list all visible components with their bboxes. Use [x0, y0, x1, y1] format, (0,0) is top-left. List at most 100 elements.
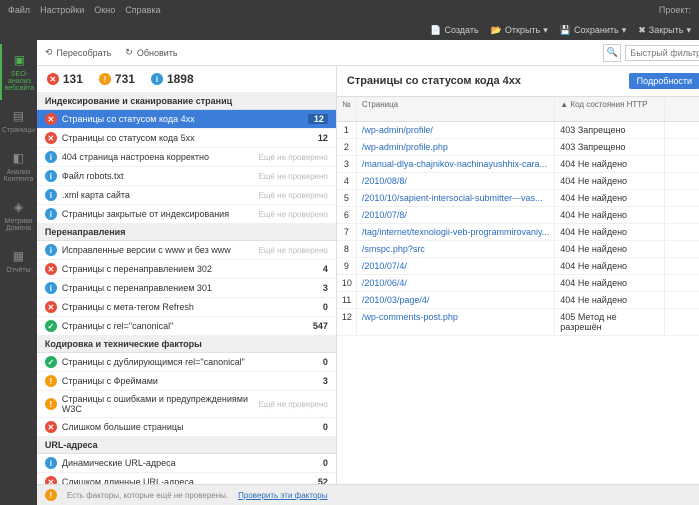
not-checked-hint: Ещё не проверено: [259, 210, 328, 219]
cell-url: /manual-dlya-chajnikov-nachinayushhix-ca…: [357, 156, 555, 172]
factor-count: 4: [308, 264, 328, 274]
table-row[interactable]: 9 /2010/07/4/ 404 Не найдено 0: [337, 258, 699, 275]
col-status[interactable]: ▲ Код состояния HTTP: [555, 97, 665, 121]
table-row[interactable]: 11 /2010/03/page/4/ 404 Не найдено 0: [337, 292, 699, 309]
factor-row[interactable]: iДинамические URL-адреса0: [37, 454, 336, 473]
factor-row[interactable]: ✓Страницы с rel="canonical"547: [37, 317, 336, 336]
factor-row[interactable]: ✕Страницы с мета-тегом Refresh0: [37, 298, 336, 317]
cell-n: 5: [337, 190, 357, 206]
table-header: № Страница ▲ Код состояния HTTP Внутренн…: [337, 97, 699, 122]
open-button[interactable]: 📂 Открыть ▾: [491, 25, 548, 36]
menu-help[interactable]: Справка: [125, 5, 160, 15]
factor-row[interactable]: ✕Страницы со статусом кода 5xx12: [37, 129, 336, 148]
sidebar-content[interactable]: ◧Анализ Контента: [0, 142, 37, 191]
rescan-icon: ⟲: [45, 47, 53, 58]
error-icon: ✕: [47, 73, 59, 85]
table-row[interactable]: 6 /2010/07/8/ 404 Не найдено 0: [337, 207, 699, 224]
cell-inlinks: 0: [665, 173, 699, 189]
page-link[interactable]: /smspc.php?src: [362, 244, 425, 254]
menu-file[interactable]: Файл: [8, 5, 30, 15]
menu-window[interactable]: Окно: [94, 5, 115, 15]
factor-row[interactable]: iСтраницы закрытые от индексированияЕщё …: [37, 205, 336, 224]
page-link[interactable]: /tag/internet/texnologii-veb-programmiro…: [362, 227, 549, 237]
cell-url: /wp-admin/profile.php: [357, 139, 555, 155]
factor-label: Страницы с перенаправлением 302: [62, 264, 303, 274]
status-icon: i: [45, 282, 57, 294]
cell-inlinks: 0: [665, 207, 699, 223]
sidebar-pages[interactable]: ▤Страницы: [0, 100, 37, 142]
table-row[interactable]: 1 /wp-admin/profile/ 403 Запрещено 0: [337, 122, 699, 139]
table-row[interactable]: 5 /2010/10/sapient-intersocial-submitter…: [337, 190, 699, 207]
rescan-button[interactable]: ⟲Пересобрать: [45, 47, 111, 58]
group-header: Индексирование и сканирование страниц: [37, 93, 336, 110]
page-link[interactable]: /2010/07/8/: [362, 210, 407, 220]
status-icon: i: [45, 170, 57, 182]
sidebar: ▣SEO-анализ вебсайта ▤Страницы ◧Анализ К…: [0, 40, 37, 505]
page-link[interactable]: /2010/06/4/: [362, 278, 407, 288]
sidebar-seo[interactable]: ▣SEO-анализ вебсайта: [0, 44, 37, 100]
factor-count: 0: [308, 357, 328, 367]
factor-row[interactable]: iФайл robots.txtЕщё не проверено: [37, 167, 336, 186]
cell-inlinks: 0: [665, 224, 699, 240]
factor-row[interactable]: ✕Слишком большие страницы0: [37, 418, 336, 437]
sidebar-domain[interactable]: ◈Метрики Домена: [0, 191, 37, 240]
table-row[interactable]: 12 /wp-comments-post.php 405 Метод не ра…: [337, 309, 699, 336]
search-input[interactable]: [625, 45, 699, 61]
col-n[interactable]: №: [337, 97, 357, 121]
not-checked-hint: Ещё не проверено: [259, 172, 328, 181]
page-link[interactable]: /2010/08/8/: [362, 176, 407, 186]
page-link[interactable]: /manual-dlya-chajnikov-nachinayushhix-ca…: [362, 159, 547, 169]
factor-label: Слишком большие страницы: [62, 422, 303, 432]
factor-label: Слишком длинные URL-адреса: [62, 477, 303, 484]
factor-row[interactable]: i404 страница настроена корректноЕщё не …: [37, 148, 336, 167]
cell-inlinks: 0: [665, 156, 699, 172]
page-link[interactable]: /2010/03/page/4/: [362, 295, 430, 305]
page-link[interactable]: /wp-comments-post.php: [362, 312, 458, 322]
col-page[interactable]: Страница: [357, 97, 555, 121]
table-row[interactable]: 3 /manual-dlya-chajnikov-nachinayushhix-…: [337, 156, 699, 173]
status-icon: ✕: [45, 421, 57, 433]
search-icon[interactable]: 🔍: [603, 44, 621, 62]
group-header: URL-адреса: [37, 437, 336, 454]
factor-row[interactable]: ✕Слишком длинные URL-адреса52: [37, 473, 336, 484]
cell-status: 404 Не найдено: [555, 173, 665, 189]
close-button[interactable]: ✖ Закрыть ▾: [638, 25, 691, 36]
menu-settings[interactable]: Настройки: [40, 5, 84, 15]
create-button[interactable]: 📄 Создать: [430, 25, 478, 36]
save-button[interactable]: 💾 Сохранить ▾: [560, 25, 626, 36]
warning-count: 731: [115, 72, 135, 86]
factor-row[interactable]: ✕Страницы с перенаправлением 3024: [37, 260, 336, 279]
page-link[interactable]: /2010/10/sapient-intersocial-submitter--…: [362, 193, 543, 203]
factor-count: 3: [308, 376, 328, 386]
details-button[interactable]: Подробности: [629, 73, 699, 89]
factor-row[interactable]: ✓Страницы с дублирующимся rel="canonical…: [37, 353, 336, 372]
table-row[interactable]: 7 /tag/internet/texnologii-veb-programmi…: [337, 224, 699, 241]
table-row[interactable]: 4 /2010/08/8/ 404 Не найдено 0: [337, 173, 699, 190]
status-icon: !: [45, 375, 57, 387]
status-icon: ✓: [45, 320, 57, 332]
page-link[interactable]: /wp-admin/profile.php: [362, 142, 448, 152]
cell-url: /2010/10/sapient-intersocial-submitter--…: [357, 190, 555, 206]
table-row[interactable]: 8 /smspc.php?src 404 Не найдено 0: [337, 241, 699, 258]
cell-n: 4: [337, 173, 357, 189]
factor-row[interactable]: i.xml карта сайтаЕщё не проверено: [37, 186, 336, 205]
cell-n: 6: [337, 207, 357, 223]
refresh-button[interactable]: ↻Обновить: [125, 47, 177, 58]
col-inlinks[interactable]: Внутренние ссылки на страницу: [665, 97, 699, 121]
factor-row[interactable]: iИсправленные версии с www и без wwwЕщё …: [37, 241, 336, 260]
reports-icon: ▦: [10, 248, 26, 264]
factor-row[interactable]: iСтраницы с перенаправлением 3013: [37, 279, 336, 298]
table-row[interactable]: 2 /wp-admin/profile.php 403 Запрещено 0: [337, 139, 699, 156]
cell-n: 7: [337, 224, 357, 240]
table-row[interactable]: 10 /2010/06/4/ 404 Не найдено 0: [337, 275, 699, 292]
check-factors-link[interactable]: Проверить эти факторы: [238, 491, 327, 500]
sidebar-reports[interactable]: ▦Отчёты: [0, 240, 37, 282]
page-link[interactable]: /2010/07/4/: [362, 261, 407, 271]
page-link[interactable]: /wp-admin/profile/: [362, 125, 433, 135]
status-icon: i: [45, 189, 57, 201]
factor-row[interactable]: ✕Страницы со статусом кода 4xx12: [37, 110, 336, 129]
refresh-icon: ↻: [125, 47, 133, 58]
factor-row[interactable]: !Страницы с Фреймами3: [37, 372, 336, 391]
factor-row[interactable]: !Страницы с ошибками и предупреждениями …: [37, 391, 336, 418]
factor-count: 3: [308, 283, 328, 293]
